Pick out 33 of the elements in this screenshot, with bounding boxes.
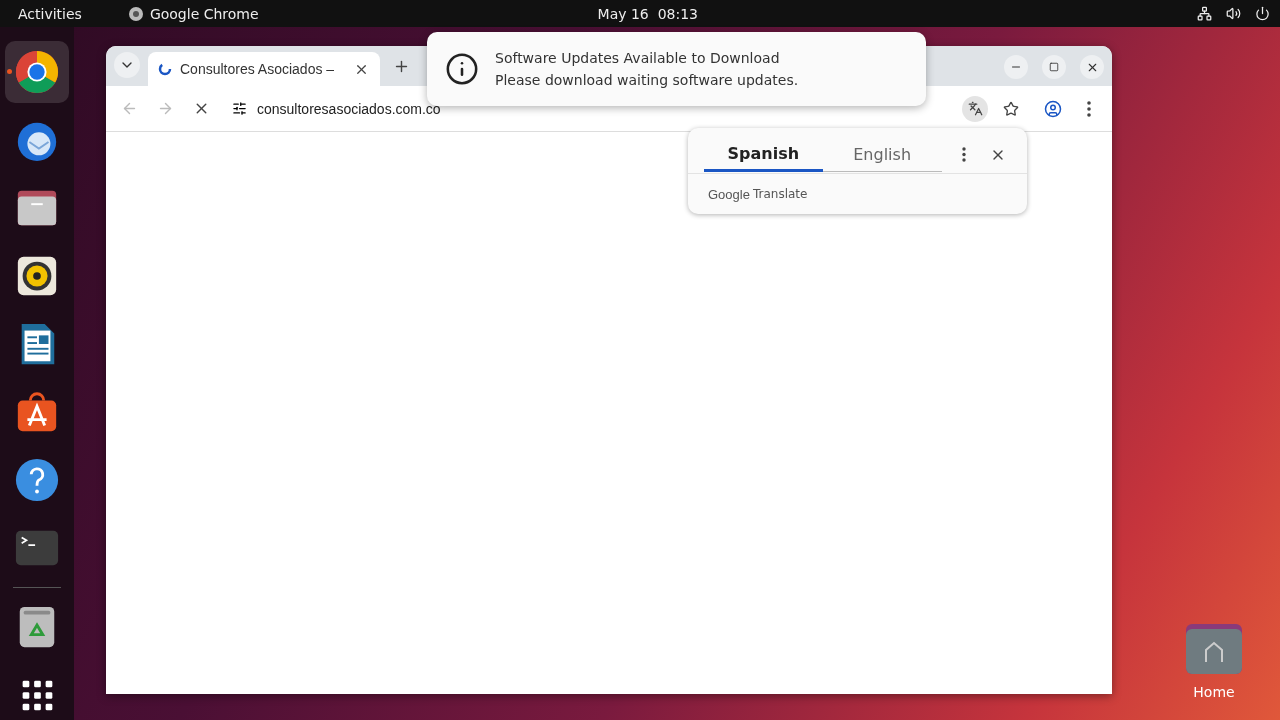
product-name: Translate (752, 187, 808, 201)
notification-title: Software Updates Available to Download (495, 50, 781, 66)
loading-icon (158, 62, 172, 76)
power-icon[interactable] (1255, 6, 1270, 21)
maximize-button[interactable] (1042, 55, 1066, 79)
tab-search-button[interactable] (114, 52, 140, 78)
language-tab[interactable]: Spanish (704, 137, 823, 172)
notification[interactable]: Software Updates Available to Download Please download waiting software updates. (427, 32, 926, 106)
brand-name: Google (708, 186, 750, 202)
tab-title: Consultores Asociados – (180, 61, 336, 77)
browser-tab[interactable]: Consultores Asociados – (148, 52, 380, 86)
dock-item[interactable] (5, 41, 69, 103)
site-info-icon[interactable] (232, 101, 247, 116)
help-icon (14, 457, 60, 503)
notification-body: Please download waiting software updates. (495, 72, 799, 88)
more-icon (1087, 100, 1091, 117)
network-icon[interactable] (1197, 6, 1212, 21)
folder-icon[interactable] (1186, 624, 1242, 674)
minimize-button[interactable] (1004, 55, 1028, 79)
maximize-icon (1049, 62, 1059, 72)
app-menu[interactable]: Google Chrome (149, 5, 259, 22)
info-icon (445, 52, 479, 86)
volume-icon[interactable] (1226, 6, 1241, 21)
translate-button[interactable] (962, 95, 988, 122)
profile-icon (1044, 99, 1062, 118)
clock[interactable]: May 16 08:13 (597, 5, 699, 22)
more-icon (962, 147, 967, 162)
activities-button[interactable]: Activities (18, 5, 82, 22)
language-tab[interactable]: English (822, 137, 942, 172)
home-label: Home (1193, 684, 1235, 700)
close-button[interactable] (1080, 55, 1104, 79)
translate-icon (967, 101, 983, 116)
star-icon (1003, 100, 1019, 117)
